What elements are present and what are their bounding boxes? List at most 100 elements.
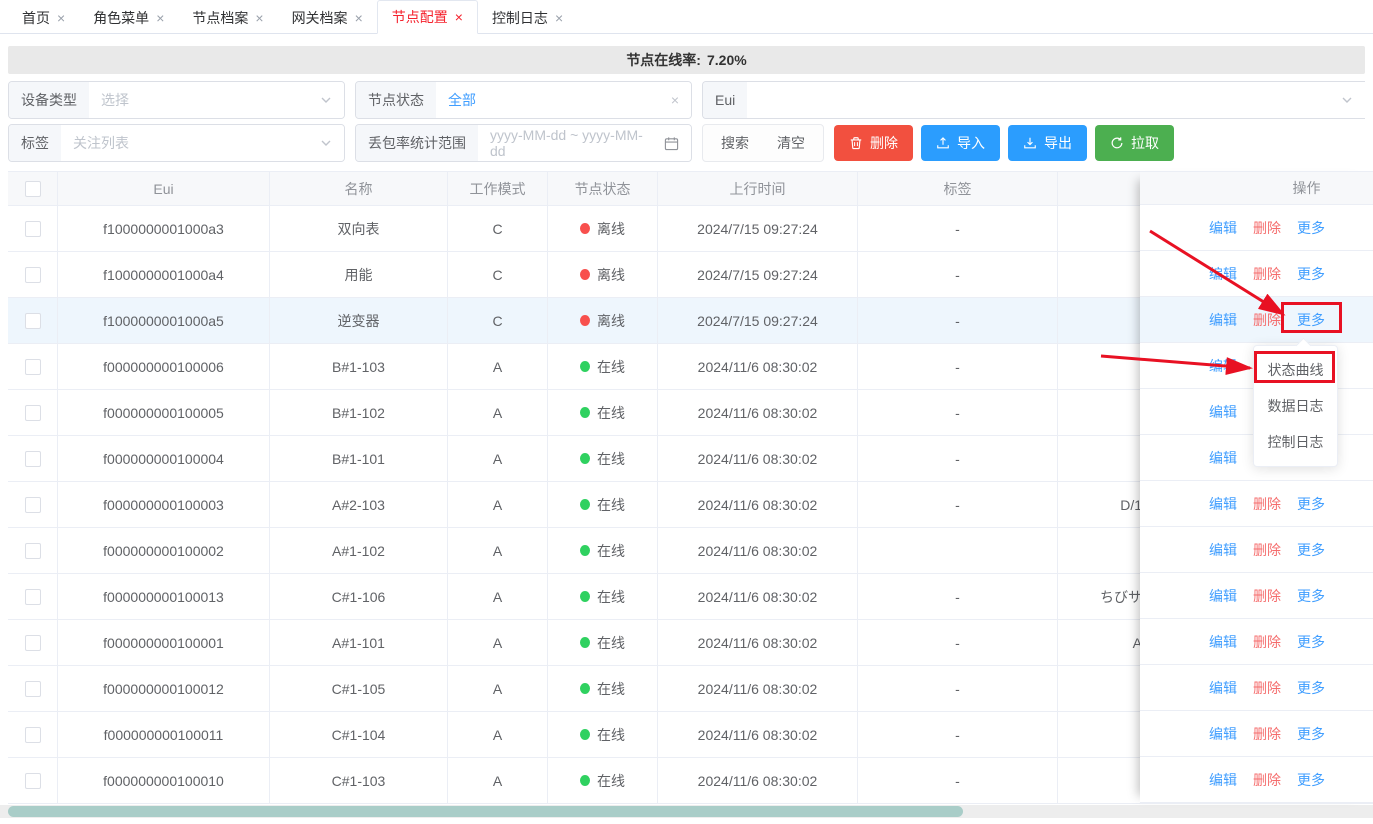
delete-link[interactable]: 删除 [1253, 770, 1281, 790]
delete-link[interactable]: 删除 [1253, 540, 1281, 560]
tab-close-icon[interactable]: × [555, 10, 563, 26]
tab-首页[interactable]: 首页 × [8, 2, 79, 34]
select-all-checkbox[interactable] [24, 180, 41, 197]
status-text: 在线 [597, 772, 625, 789]
edit-link[interactable]: 编辑 [1209, 264, 1237, 284]
edit-link[interactable]: 编辑 [1209, 770, 1237, 790]
export-button[interactable]: 导出 [1008, 125, 1087, 161]
eui-label: Eui [703, 82, 748, 118]
delete-button[interactable]: 删除 [834, 125, 913, 161]
row-actions: 编辑删除更多 [1140, 573, 1373, 619]
tab-角色菜单[interactable]: 角色菜单 × [79, 2, 178, 34]
row-checkbox[interactable] [24, 312, 41, 329]
edit-link[interactable]: 编辑 [1209, 678, 1237, 698]
row-checkbox[interactable] [24, 542, 41, 559]
cell-time: 2024/11/6 08:30:02 [658, 436, 858, 481]
more-link[interactable]: 更多 [1297, 264, 1325, 284]
edit-link[interactable]: 编辑 [1209, 540, 1237, 560]
scrollbar-thumb[interactable] [8, 806, 963, 817]
edit-link[interactable]: 编辑 [1209, 356, 1237, 376]
row-checkbox[interactable] [24, 680, 41, 697]
cell-tag: - [858, 620, 1058, 665]
edit-link[interactable]: 编辑 [1209, 632, 1237, 652]
row-checkbox-cell [8, 206, 58, 251]
import-button[interactable]: 导入 [921, 125, 1000, 161]
more-link[interactable]: 更多 [1297, 632, 1325, 652]
online-dot [580, 407, 590, 418]
tab-close-icon[interactable]: × [57, 10, 65, 26]
row-checkbox[interactable] [24, 450, 41, 467]
online-dot [580, 729, 590, 740]
more-link[interactable]: 更多 [1297, 310, 1325, 330]
row-checkbox[interactable] [24, 772, 41, 789]
cell-extra: A [1132, 634, 1142, 651]
delete-link[interactable]: 删除 [1253, 264, 1281, 284]
row-checkbox[interactable] [24, 358, 41, 375]
cell-time: 2024/7/15 09:27:24 [658, 298, 858, 343]
cell-tag: - [858, 390, 1058, 435]
edit-link[interactable]: 编辑 [1209, 402, 1237, 422]
tab-close-icon[interactable]: × [156, 10, 164, 26]
eui-select[interactable]: Eui [702, 81, 1365, 119]
row-checkbox[interactable] [24, 496, 41, 513]
cell-eui: f000000000100011 [58, 712, 270, 757]
edit-link[interactable]: 编辑 [1209, 494, 1237, 514]
offline-dot [580, 315, 590, 326]
tab-close-icon[interactable]: × [355, 10, 363, 26]
clear-icon[interactable]: × [671, 92, 679, 108]
tab-close-icon[interactable]: × [255, 10, 263, 26]
cell-extra: D/1 [1120, 496, 1142, 513]
loss-range-datepicker[interactable]: 丢包率统计范围 yyyy-MM-dd ~ yyyy-MM-dd [355, 124, 692, 162]
tab-close-icon[interactable]: × [455, 9, 463, 25]
cell-mode: A [448, 574, 548, 619]
edit-link[interactable]: 编辑 [1209, 724, 1237, 744]
row-checkbox[interactable] [24, 634, 41, 651]
edit-link[interactable]: 编辑 [1209, 586, 1237, 606]
delete-link[interactable]: 删除 [1253, 724, 1281, 744]
more-link[interactable]: 更多 [1297, 724, 1325, 744]
more-link[interactable]: 更多 [1297, 586, 1325, 606]
tab-网关档案[interactable]: 网关档案 × [278, 2, 377, 34]
tab-节点配置[interactable]: 节点配置 × [376, 0, 478, 34]
menu-item-控制日志[interactable]: 控制日志 [1254, 424, 1337, 460]
edit-link[interactable]: 编辑 [1209, 448, 1237, 468]
row-checkbox[interactable] [24, 404, 41, 421]
tab-控制日志[interactable]: 控制日志 × [478, 2, 577, 34]
more-link[interactable]: 更多 [1297, 770, 1325, 790]
row-checkbox[interactable] [24, 266, 41, 283]
clear-button[interactable]: 清空 [763, 133, 819, 153]
delete-link[interactable]: 删除 [1253, 586, 1281, 606]
tag-select[interactable]: 标签 关注列表 [8, 124, 345, 162]
device-type-select[interactable]: 设备类型 选择 [8, 81, 345, 119]
menu-item-状态曲线[interactable]: 状态曲线 [1254, 352, 1337, 388]
delete-link[interactable]: 删除 [1253, 678, 1281, 698]
more-link[interactable]: 更多 [1297, 540, 1325, 560]
tab-bar: 首页 × 角色菜单 × 节点档案 × 网关档案 × 节点配置 × 控制日志 × [0, 0, 1373, 34]
calendar-icon [664, 136, 679, 151]
col-op: 操作 [1140, 171, 1373, 205]
more-link[interactable]: 更多 [1297, 678, 1325, 698]
node-status-select[interactable]: 节点状态 全部 × [355, 81, 692, 119]
delete-link[interactable]: 删除 [1253, 310, 1281, 330]
cell-tag: - [858, 252, 1058, 297]
cell-status: 离线 [548, 298, 658, 343]
search-button[interactable]: 搜索 [707, 133, 763, 153]
tab-节点档案[interactable]: 节点档案 × [178, 2, 277, 34]
row-checkbox[interactable] [24, 726, 41, 743]
more-link[interactable]: 更多 [1297, 218, 1325, 238]
row-checkbox[interactable] [24, 588, 41, 605]
status-text: 离线 [597, 220, 625, 237]
cell-extra [1058, 298, 1148, 343]
row-checkbox[interactable] [24, 220, 41, 237]
col-tag: 标签 [858, 172, 1058, 205]
delete-link[interactable]: 删除 [1253, 218, 1281, 238]
pull-button[interactable]: 拉取 [1095, 125, 1174, 161]
delete-link[interactable]: 删除 [1253, 494, 1281, 514]
edit-link[interactable]: 编辑 [1209, 218, 1237, 238]
menu-item-数据日志[interactable]: 数据日志 [1254, 388, 1337, 424]
delete-link[interactable]: 删除 [1253, 632, 1281, 652]
col-name: 名称 [270, 172, 448, 205]
cell-time: 2024/11/6 08:30:02 [658, 528, 858, 573]
more-link[interactable]: 更多 [1297, 494, 1325, 514]
edit-link[interactable]: 编辑 [1209, 310, 1237, 330]
